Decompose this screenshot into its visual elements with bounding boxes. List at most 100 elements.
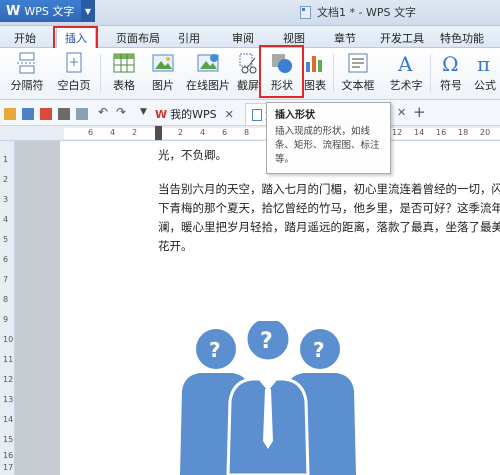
ruler-number: 14 <box>414 128 425 137</box>
ruler-number: 2 <box>132 128 138 137</box>
ruler-number: 9 <box>3 315 9 324</box>
tab-chapter[interactable]: 章节 <box>334 30 356 46</box>
save-icon[interactable] <box>22 108 34 120</box>
ruler-number: 1 <box>3 155 9 164</box>
document-text-line: 当告别六月的天空，踏入七月的门楣，初心里流连着曾经的一切，闪 <box>158 182 500 196</box>
document-text-line: 下青梅的那个夏天，拾忆曾经的竹马，他乡里，是否可好？这季流年 <box>158 201 500 215</box>
app-name: WPS 文字 <box>24 5 75 18</box>
vertical-ruler: 1 2 3 4 5 6 7 8 9 10 11 12 13 14 15 16 1… <box>0 141 15 475</box>
chart-icon <box>304 52 326 74</box>
page-margin-area <box>15 141 60 475</box>
chart-label: 图表 <box>304 79 326 92</box>
blank-page-icon <box>63 52 85 74</box>
ruler-number: 12 <box>3 375 14 384</box>
table-button[interactable]: 表格 <box>106 50 142 96</box>
table-label: 表格 <box>113 79 135 92</box>
tab-page-layout[interactable]: 页面布局 <box>116 30 160 46</box>
tab-review[interactable]: 审阅 <box>232 30 254 46</box>
indent-marker-icon[interactable] <box>155 126 162 140</box>
svg-text:π: π <box>477 52 490 74</box>
online-picture-label: 在线图片 <box>186 79 230 92</box>
art-text-button[interactable]: A 艺术字 <box>384 50 428 96</box>
question-mark: ? <box>260 329 273 354</box>
ruler-number: 4 <box>3 215 9 224</box>
shape-button[interactable]: 形状 <box>264 50 300 96</box>
ruler-number: 14 <box>3 415 14 424</box>
screenshot-button[interactable]: 截屏 <box>232 50 264 96</box>
svg-text:A: A <box>397 52 413 74</box>
quick-access-bar: ↶ ↷ ▼ W 我的WPS ✕ 文 ✕ + <box>0 100 500 126</box>
textbox-button[interactable]: 文本框 <box>336 50 380 96</box>
shapes-icon <box>271 52 293 74</box>
screenshot-label: 截屏 <box>237 79 259 92</box>
ruler-number: 16 <box>3 451 14 460</box>
ruler-number: 12 <box>392 128 403 137</box>
art-text-icon: A <box>395 52 417 76</box>
document-icon <box>300 5 311 19</box>
ruler-number: 20 <box>480 128 491 137</box>
pi-icon: π <box>474 52 496 76</box>
ruler-number: 4 <box>110 128 116 137</box>
tab-view[interactable]: 视图 <box>283 30 305 46</box>
ruler-number: 13 <box>3 395 14 404</box>
undo-icon[interactable]: ↶ <box>98 105 110 119</box>
tab-my-wps-label: 我的WPS <box>170 108 217 121</box>
wps-app-menu-button[interactable]: W WPS 文字 ▼ <box>0 0 95 22</box>
ruler-number: 17 <box>3 463 14 472</box>
pdf-export-icon[interactable] <box>40 108 52 120</box>
question-mark: ? <box>209 338 221 362</box>
horizontal-ruler: 6 4 2 2 4 6 8 10 12 14 16 18 20 <box>0 126 500 141</box>
wps-logo-icon: W <box>6 3 21 19</box>
tab-insert[interactable]: 插入 <box>56 27 96 49</box>
open-folder-icon[interactable] <box>4 108 16 120</box>
formula-button[interactable]: π 公式 <box>470 50 500 96</box>
redo-icon[interactable]: ↷ <box>116 105 128 119</box>
close-tab-icon[interactable]: ✕ <box>397 106 406 119</box>
print-icon[interactable] <box>58 108 70 120</box>
tab-reference[interactable]: 引用 <box>178 30 200 46</box>
tab-home[interactable]: 开始 <box>14 30 36 46</box>
ruler-number: 18 <box>458 128 469 137</box>
document-text-line: 光，不负卿。 <box>158 148 227 162</box>
online-picture-button[interactable]: 在线图片 <box>183 50 233 96</box>
svg-text:Ω: Ω <box>442 52 459 74</box>
ruler-number: 6 <box>88 128 94 137</box>
textbox-label: 文本框 <box>341 79 375 92</box>
dropdown-icon[interactable]: ▼ <box>140 107 152 119</box>
ruler-number: 8 <box>3 295 9 304</box>
omega-icon: Ω <box>440 52 462 76</box>
symbol-label: 符号 <box>440 79 462 92</box>
picture-label: 图片 <box>152 79 174 92</box>
ruler-number: 3 <box>3 195 9 204</box>
app-menu-caret-icon[interactable]: ▼ <box>81 0 95 22</box>
tooltip-title: 插入形状 <box>275 110 315 121</box>
page-break-button[interactable]: 分隔符 <box>6 50 48 96</box>
tooltip-body: 插入现成的形状，如线条、矩形、流程图、标注等。 <box>275 126 380 165</box>
tab-my-wps[interactable]: W 我的WPS ✕ <box>155 103 234 125</box>
online-picture-icon <box>197 52 219 74</box>
symbol-button[interactable]: Ω 符号 <box>433 50 469 96</box>
ruler-number: 11 <box>3 355 14 364</box>
new-tab-icon[interactable]: + <box>413 103 426 121</box>
picture-button[interactable]: 图片 <box>145 50 181 96</box>
print-preview-icon[interactable] <box>76 108 88 120</box>
ruler-number: 15 <box>3 435 14 444</box>
blank-page-button[interactable]: 空白页 <box>54 50 94 96</box>
textbox-icon <box>347 52 369 74</box>
people-illustration: ? ? ? <box>180 321 356 475</box>
document-title: 文档1 * - WPS 文字 <box>300 4 416 20</box>
formula-label: 公式 <box>474 79 496 92</box>
tab-developer[interactable]: 开发工具 <box>380 30 424 46</box>
shape-label: 形状 <box>271 79 293 92</box>
document-page[interactable]: 光，不负卿。 当告别六月的天空，踏入七月的门楣，初心里流连着曾经的一切，闪 下青… <box>60 141 500 475</box>
ruler-number: 10 <box>3 335 14 344</box>
question-mark: ? <box>313 338 325 362</box>
ribbon-separator <box>430 54 431 92</box>
menu-bar: 开始 插入 页面布局 引用 审阅 视图 章节 开发工具 特色功能 <box>0 26 500 49</box>
close-icon[interactable]: ✕ <box>225 108 234 121</box>
ribbon-separator <box>333 54 334 92</box>
tab-special[interactable]: 特色功能 <box>440 30 484 46</box>
wps-icon: W <box>155 107 168 121</box>
chart-button[interactable]: 图表 <box>300 50 330 96</box>
shape-tooltip: 插入形状 插入现成的形状，如线条、矩形、流程图、标注等。 <box>266 102 391 174</box>
